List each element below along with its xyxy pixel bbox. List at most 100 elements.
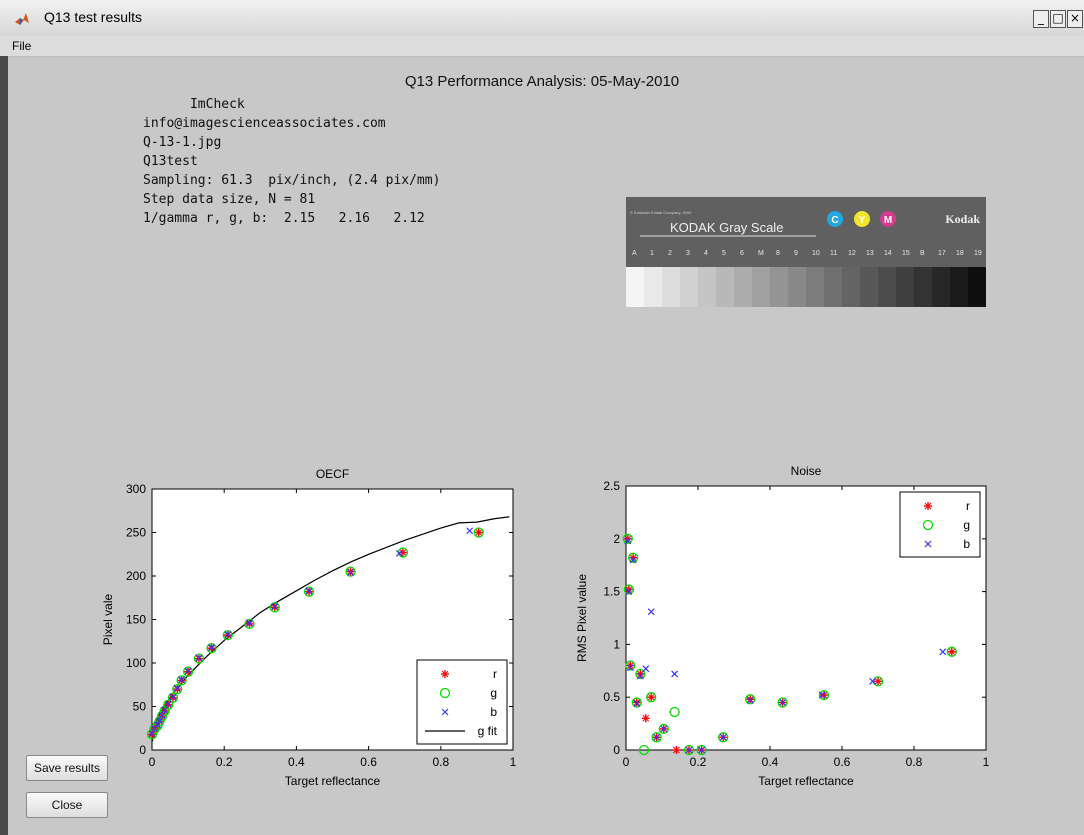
marker-g (206, 643, 217, 654)
info-line: Sampling: 61.3 pix/inch, (2.4 pix/mm) (143, 173, 441, 188)
minimize-button[interactable]: _ (1033, 10, 1049, 28)
marker-g (244, 618, 255, 629)
marker-b (818, 691, 826, 699)
marker-g (696, 744, 707, 756)
marker-r (184, 668, 192, 676)
marker-b (629, 556, 637, 564)
marker-r (184, 668, 192, 676)
legend-label: g fit (478, 724, 498, 738)
marker-r (647, 693, 655, 701)
marker-b (305, 587, 313, 595)
scale-label: 18 (956, 250, 964, 257)
y-axis-label: Pixel vale (101, 593, 115, 645)
marker-r (625, 586, 633, 593)
marker-g (631, 697, 642, 708)
marker-b (153, 721, 161, 729)
y-tick-label: 200 (126, 569, 146, 583)
gray-step (752, 267, 771, 307)
marker-g (172, 683, 183, 695)
y-tick-label: 0.5 (603, 690, 620, 704)
marker-b (779, 699, 787, 706)
close-button[interactable]: Close (26, 792, 108, 818)
marker-b (246, 619, 253, 627)
marker-b (178, 676, 186, 683)
x-tick-label: 0 (623, 755, 630, 769)
y-tick-label: 0 (613, 743, 620, 757)
marker-g (628, 552, 639, 563)
x-axis-label: Target reflectance (285, 774, 381, 788)
patch-label: Y (859, 215, 866, 226)
marker-r (164, 701, 172, 709)
gray-step (968, 267, 986, 307)
marker-b (647, 608, 655, 616)
y-tick-label: 50 (133, 700, 147, 714)
marker-r (653, 733, 660, 741)
marker-g (473, 527, 484, 538)
marker-b (161, 706, 169, 714)
marker-b (636, 672, 644, 680)
info-line: 1/gamma r, g, b: 2.15 2.16 2.12 (143, 211, 425, 226)
marker-b (158, 711, 166, 719)
series-g (146, 527, 484, 740)
marker-r (441, 670, 449, 678)
marker-r (271, 603, 279, 611)
series-b (624, 537, 947, 754)
x-tick-label: 0.2 (690, 755, 707, 769)
scale-label: 17 (938, 250, 946, 257)
marker-r (673, 746, 680, 754)
marker-g (646, 692, 657, 703)
marker-b (169, 693, 177, 701)
x-tick-label: 0.8 (906, 755, 923, 769)
info-line: Step data size, N = 81 (143, 192, 316, 207)
marker-g (154, 716, 165, 727)
marker-b (156, 716, 164, 724)
save-results-button[interactable]: Save results (26, 755, 108, 781)
gray-step (878, 267, 897, 307)
gray-step (860, 267, 879, 307)
marker-b (642, 665, 650, 673)
info-line: Q-13-1.jpg (143, 135, 222, 150)
kodak-title: KODAK Gray Scale (670, 220, 783, 235)
gray-step (644, 267, 663, 307)
marker-g (669, 706, 680, 718)
close-window-button[interactable]: × (1067, 10, 1083, 28)
marker-b (395, 549, 403, 557)
marker-b (158, 711, 166, 719)
gray-step (698, 267, 717, 307)
marker-b (924, 540, 932, 548)
scale-label: 4 (704, 250, 708, 257)
y-tick-label: 2.5 (603, 479, 620, 493)
marker-b (647, 608, 655, 616)
marker-b (178, 676, 186, 683)
marker-b (271, 603, 279, 610)
marker-r (347, 568, 354, 576)
marker-b (208, 643, 215, 651)
marker-r (148, 730, 156, 738)
marker-g (946, 646, 957, 657)
scale-label: 19 (974, 250, 982, 257)
legend-label: r (966, 499, 970, 513)
marker-r (685, 746, 693, 754)
kodak-logo: Kodak (945, 212, 980, 226)
gray-step (770, 267, 789, 307)
y-axis-label: RMS Pixel value (575, 574, 589, 662)
marker-r (224, 631, 232, 639)
series-b (148, 527, 474, 737)
maximize-button[interactable]: □ (1050, 10, 1066, 28)
x-tick-label: 0 (149, 755, 156, 769)
marker-b (224, 630, 232, 638)
menu-file[interactable]: File (12, 39, 31, 53)
marker-b (869, 677, 877, 685)
marker-r (629, 554, 637, 562)
marker-g (745, 694, 756, 705)
marker-b (653, 733, 661, 741)
marker-r (626, 662, 634, 669)
marker-g (777, 697, 788, 708)
marker-g (638, 744, 650, 756)
marker-b (347, 569, 354, 576)
marker-r (660, 725, 668, 733)
marker-b (395, 549, 403, 557)
marker-r (224, 631, 232, 639)
marker-b (208, 643, 215, 651)
marker-r (169, 694, 177, 702)
